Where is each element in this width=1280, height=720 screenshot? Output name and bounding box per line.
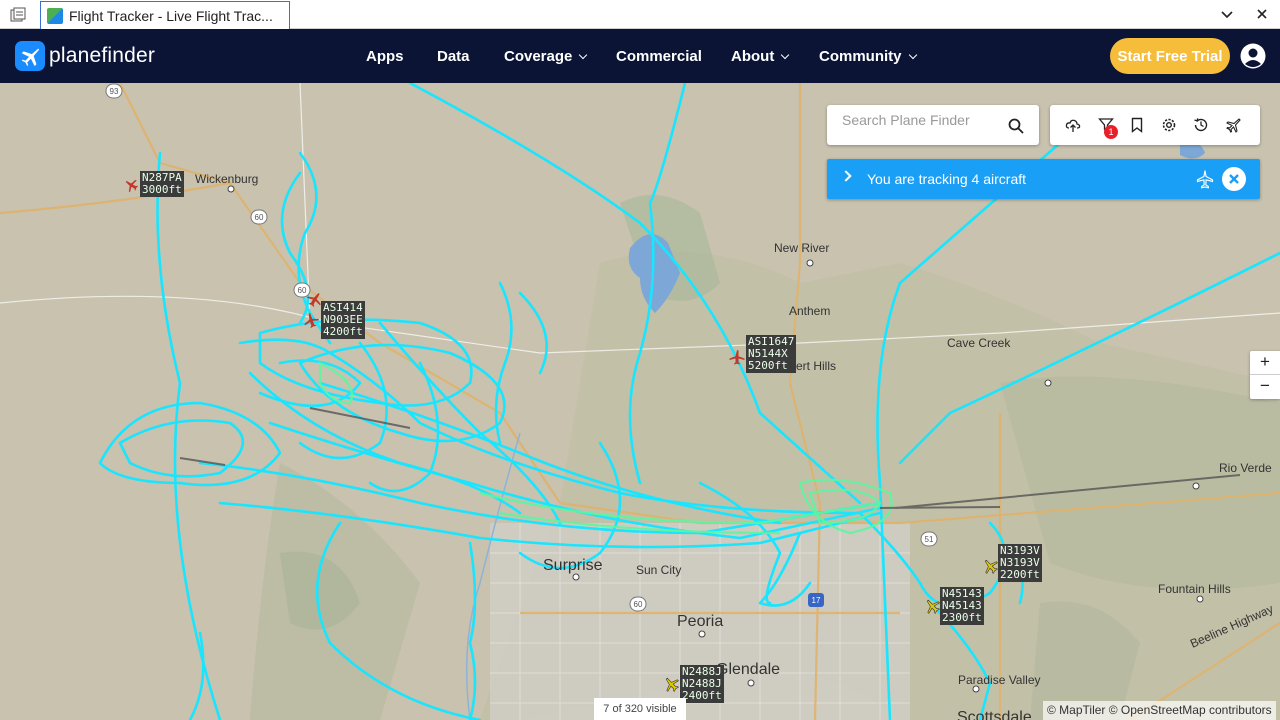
- aircraft-plane-icon[interactable]: [981, 557, 999, 575]
- zoom-in-button[interactable]: +: [1250, 351, 1280, 375]
- place-peoria: Peoria: [677, 613, 724, 630]
- logo-text: planefinder: [49, 44, 156, 67]
- planefinder-logo[interactable]: planefinder: [15, 41, 155, 71]
- site-header: planefinder Apps Data Coverage Commercia…: [0, 29, 1280, 83]
- svg-text:51: 51: [925, 535, 934, 544]
- nav-community[interactable]: Community: [819, 29, 917, 83]
- svg-text:17: 17: [812, 596, 821, 605]
- aircraft-label-asi1647[interactable]: ASI1647 N5144X 5200ft: [746, 335, 797, 373]
- route-shield-93: 93: [105, 83, 123, 99]
- tab-title: Flight Tracker - Live Flight Trac...: [69, 7, 273, 24]
- aircraft-label-n2488j[interactable]: N2488J N2488J 2400ft: [680, 665, 724, 703]
- nav-about[interactable]: About: [731, 29, 790, 83]
- place-fountain-hills: Fountain Hills: [1158, 582, 1231, 596]
- svg-text:60: 60: [255, 213, 264, 222]
- nav-data[interactable]: Data: [437, 29, 470, 83]
- nav-data-label: Data: [437, 47, 470, 65]
- start-free-trial-button[interactable]: Start Free Trial: [1110, 38, 1230, 74]
- filter-count-badge: 1: [1104, 125, 1118, 139]
- bookmark-icon[interactable]: [1129, 117, 1145, 133]
- cloud-upload-icon[interactable]: [1065, 117, 1081, 133]
- route-shield-60: 60: [250, 209, 268, 225]
- nav-community-label: Community: [819, 47, 902, 65]
- plane-outline-icon: [1196, 170, 1214, 189]
- close-tracking-button[interactable]: [1222, 167, 1246, 191]
- expand-chevron-icon[interactable]: [840, 170, 852, 182]
- flight-map[interactable]: 93 60 60 51 17 60 Wickenburg New River A…: [0, 83, 1280, 720]
- chevron-down-icon: [781, 50, 790, 59]
- search-input[interactable]: [842, 111, 1002, 129]
- nav-about-label: About: [731, 47, 775, 65]
- search-box: [827, 105, 1039, 145]
- nav-coverage[interactable]: Coverage: [504, 29, 588, 83]
- place-sun-city: Sun City: [636, 563, 682, 577]
- close-icon: [1229, 174, 1239, 184]
- window-menu-icon[interactable]: [10, 7, 26, 23]
- place-surprise: Surprise: [543, 557, 603, 574]
- svg-text:93: 93: [110, 87, 119, 96]
- route-shield-17: 17: [808, 593, 824, 607]
- nav-coverage-label: Coverage: [504, 47, 573, 65]
- map-toolbar: 1: [1050, 105, 1260, 145]
- nav-commercial-label: Commercial: [616, 47, 702, 65]
- place-paradise-valley: Paradise Valley: [958, 673, 1041, 687]
- window-close-icon[interactable]: [1254, 6, 1270, 22]
- nav-commercial[interactable]: Commercial: [616, 29, 702, 83]
- nav-apps[interactable]: Apps: [366, 29, 404, 83]
- place-anthem: Anthem: [789, 304, 831, 318]
- chevron-down-icon: [908, 50, 917, 59]
- settings-icon[interactable]: [1161, 117, 1177, 133]
- place-cave-creek: Cave Creek: [947, 336, 1011, 350]
- svg-text:60: 60: [634, 600, 643, 609]
- aircraft-label-n287pa[interactable]: N287PA 3000ft: [140, 171, 184, 197]
- place-new-river: New River: [774, 241, 830, 255]
- search-icon[interactable]: [1008, 118, 1024, 134]
- aircraft-plane-icon[interactable]: [728, 348, 746, 366]
- zoom-out-button[interactable]: −: [1250, 375, 1280, 399]
- browser-tab-bar: Flight Tracker - Live Flight Trac...: [0, 0, 1280, 29]
- plane-logo-icon: [15, 41, 45, 71]
- browser-tab[interactable]: Flight Tracker - Live Flight Trac...: [40, 1, 290, 29]
- account-icon[interactable]: [1240, 43, 1266, 69]
- airport-icon[interactable]: [1225, 117, 1241, 133]
- aircraft-plane-icon[interactable]: [923, 597, 941, 615]
- nav-apps-label: Apps: [366, 47, 404, 65]
- tab-list-chevron-icon[interactable]: [1219, 6, 1235, 22]
- place-wickenburg: Wickenburg: [195, 172, 259, 186]
- place-glendale: Glendale: [716, 661, 781, 678]
- route-shield-51: 51: [920, 531, 938, 547]
- aircraft-plane-icon[interactable]: [123, 177, 139, 193]
- aircraft-label-asi414[interactable]: ASI414 N903EE 4200ft: [321, 301, 365, 339]
- history-icon[interactable]: [1193, 117, 1209, 133]
- aircraft-plane-icon[interactable]: [302, 311, 320, 329]
- aircraft-plane-icon[interactable]: [662, 675, 680, 693]
- route-shield-60: 60: [629, 596, 647, 612]
- place-scottsdale: Scottsdale: [957, 709, 1032, 720]
- place-desert-hills: sert Hills: [790, 359, 837, 373]
- tracking-text: You are tracking 4 aircraft: [867, 171, 1027, 187]
- aircraft-label-n3193v[interactable]: N3193V N3193V 2200ft: [998, 544, 1042, 582]
- tracking-banner[interactable]: You are tracking 4 aircraft: [827, 159, 1260, 199]
- visible-count: 7 of 320 visible: [594, 698, 686, 720]
- planefinder-favicon-icon: [47, 7, 63, 24]
- place-rio-verde: Rio Verde: [1219, 461, 1272, 475]
- zoom-control: + −: [1250, 351, 1280, 399]
- map-attribution[interactable]: © MapTiler © OpenStreetMap contributors: [1043, 701, 1276, 720]
- chevron-down-icon: [579, 50, 588, 59]
- aircraft-label-n45143[interactable]: N45143 N45143 2300ft: [940, 587, 984, 625]
